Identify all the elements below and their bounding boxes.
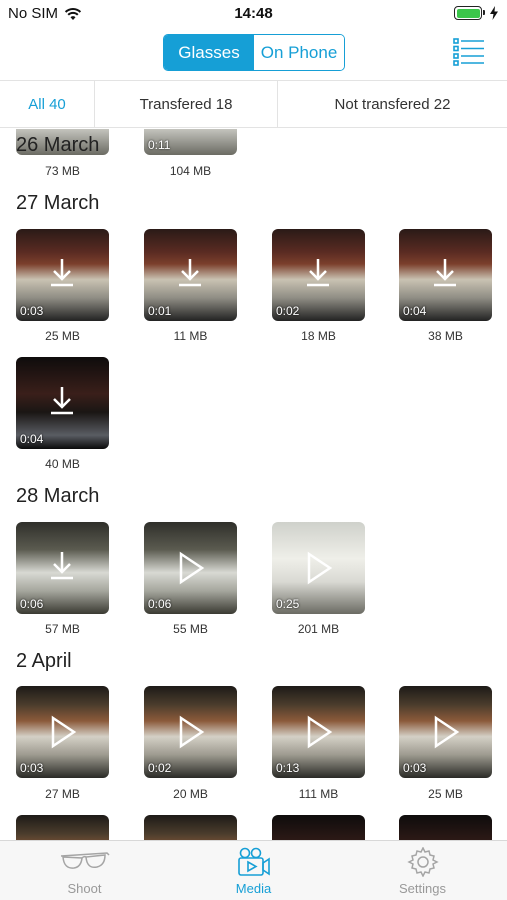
video-thumbnail[interactable]: 0:25 [272, 522, 365, 614]
tab-label: Shoot [67, 881, 102, 896]
file-size: 25 MB [45, 329, 80, 343]
list-view-icon[interactable] [453, 38, 485, 66]
duration-label: 0:06 [20, 597, 44, 611]
tab-media[interactable]: Media [169, 841, 338, 900]
video-thumbnail[interactable]: 0:13 [272, 686, 365, 778]
filter-not-transfered[interactable]: Not transfered 22 [278, 81, 507, 127]
tab-shoot[interactable]: Shoot [0, 841, 169, 900]
source-segmented-control: Glasses On Phone [163, 34, 345, 71]
tab-bar: Shoot Media Settings [0, 840, 507, 900]
duration-label: 0:25 [276, 597, 300, 611]
media-camera-icon [237, 847, 270, 876]
tab-settings[interactable]: Settings [338, 841, 507, 900]
status-time: 14:48 [234, 5, 273, 22]
file-size: 25 MB [428, 787, 463, 801]
duration-label: 0:02 [148, 761, 172, 775]
video-thumbnail[interactable]: 0:03 [399, 686, 492, 778]
file-size: 40 MB [45, 457, 80, 471]
date-header: 27 March [16, 192, 100, 214]
video-thumbnail[interactable]: 0:06 [16, 522, 109, 614]
video-thumbnail[interactable]: 0:02 [144, 686, 237, 778]
file-size: 111 MB [298, 787, 339, 801]
glasses-icon [60, 852, 110, 869]
battery-icon [454, 6, 485, 20]
file-size: 57 MB [45, 622, 80, 636]
filter-transfered[interactable]: Transfered 18 [95, 81, 278, 127]
filter-all[interactable]: All 40 [0, 81, 95, 127]
video-thumbnail[interactable]: 0:03 [16, 229, 109, 321]
nav-header: Glasses On Phone [0, 28, 507, 78]
tab-label: Media [235, 881, 272, 896]
file-size: 20 MB [173, 787, 208, 801]
video-thumbnail[interactable]: 0:02 [272, 229, 365, 321]
duration-label: 0:06 [148, 597, 172, 611]
video-thumbnail[interactable] [399, 815, 492, 840]
video-thumbnail[interactable] [144, 815, 237, 840]
duration-label: 0:03 [403, 761, 427, 775]
video-thumbnail[interactable]: 0:04 [16, 357, 109, 449]
duration-label: 0:13 [276, 761, 300, 775]
file-size: 18 MB [301, 329, 336, 343]
file-size: 104 MB [169, 164, 212, 178]
status-bar: No SIM 14:48 [0, 0, 507, 28]
video-thumbnail[interactable] [272, 815, 365, 840]
media-grid: 0:11 26 March 73 MB 104 MB 27 March 0:03… [0, 129, 507, 840]
date-header: 2 April [16, 650, 72, 672]
filter-tabs: All 40 Transfered 18 Not transfered 22 [0, 80, 507, 128]
video-thumbnail[interactable]: 0:01 [144, 229, 237, 321]
duration-label: 0:02 [276, 304, 300, 318]
video-thumbnail[interactable]: 0:11 [144, 129, 237, 155]
duration-label: 0:04 [20, 432, 44, 446]
video-thumbnail[interactable]: 0:04 [399, 229, 492, 321]
file-size: 73 MB [45, 164, 80, 178]
file-size: 38 MB [428, 329, 463, 343]
duration-label: 0:04 [403, 304, 427, 318]
date-header: 26 March [16, 134, 100, 156]
file-size: 11 MB [173, 329, 208, 343]
video-thumbnail[interactable]: 0:06 [144, 522, 237, 614]
date-header: 28 March [16, 485, 100, 507]
duration-label: 0:11 [148, 138, 171, 152]
gear-icon [406, 847, 439, 877]
file-size: 201 MB [297, 622, 340, 636]
charging-bolt-icon [490, 6, 498, 20]
status-right [454, 6, 499, 20]
segment-on-phone[interactable]: On Phone [254, 35, 344, 70]
file-size: 55 MB [173, 622, 208, 636]
segment-glasses[interactable]: Glasses [164, 35, 254, 70]
duration-label: 0:03 [20, 304, 44, 318]
tab-label: Settings [399, 881, 446, 896]
duration-label: 0:03 [20, 761, 44, 775]
duration-label: 0:01 [148, 304, 172, 318]
file-size: 27 MB [45, 787, 80, 801]
video-thumbnail[interactable]: 0:03 [16, 686, 109, 778]
video-thumbnail[interactable] [16, 815, 109, 840]
